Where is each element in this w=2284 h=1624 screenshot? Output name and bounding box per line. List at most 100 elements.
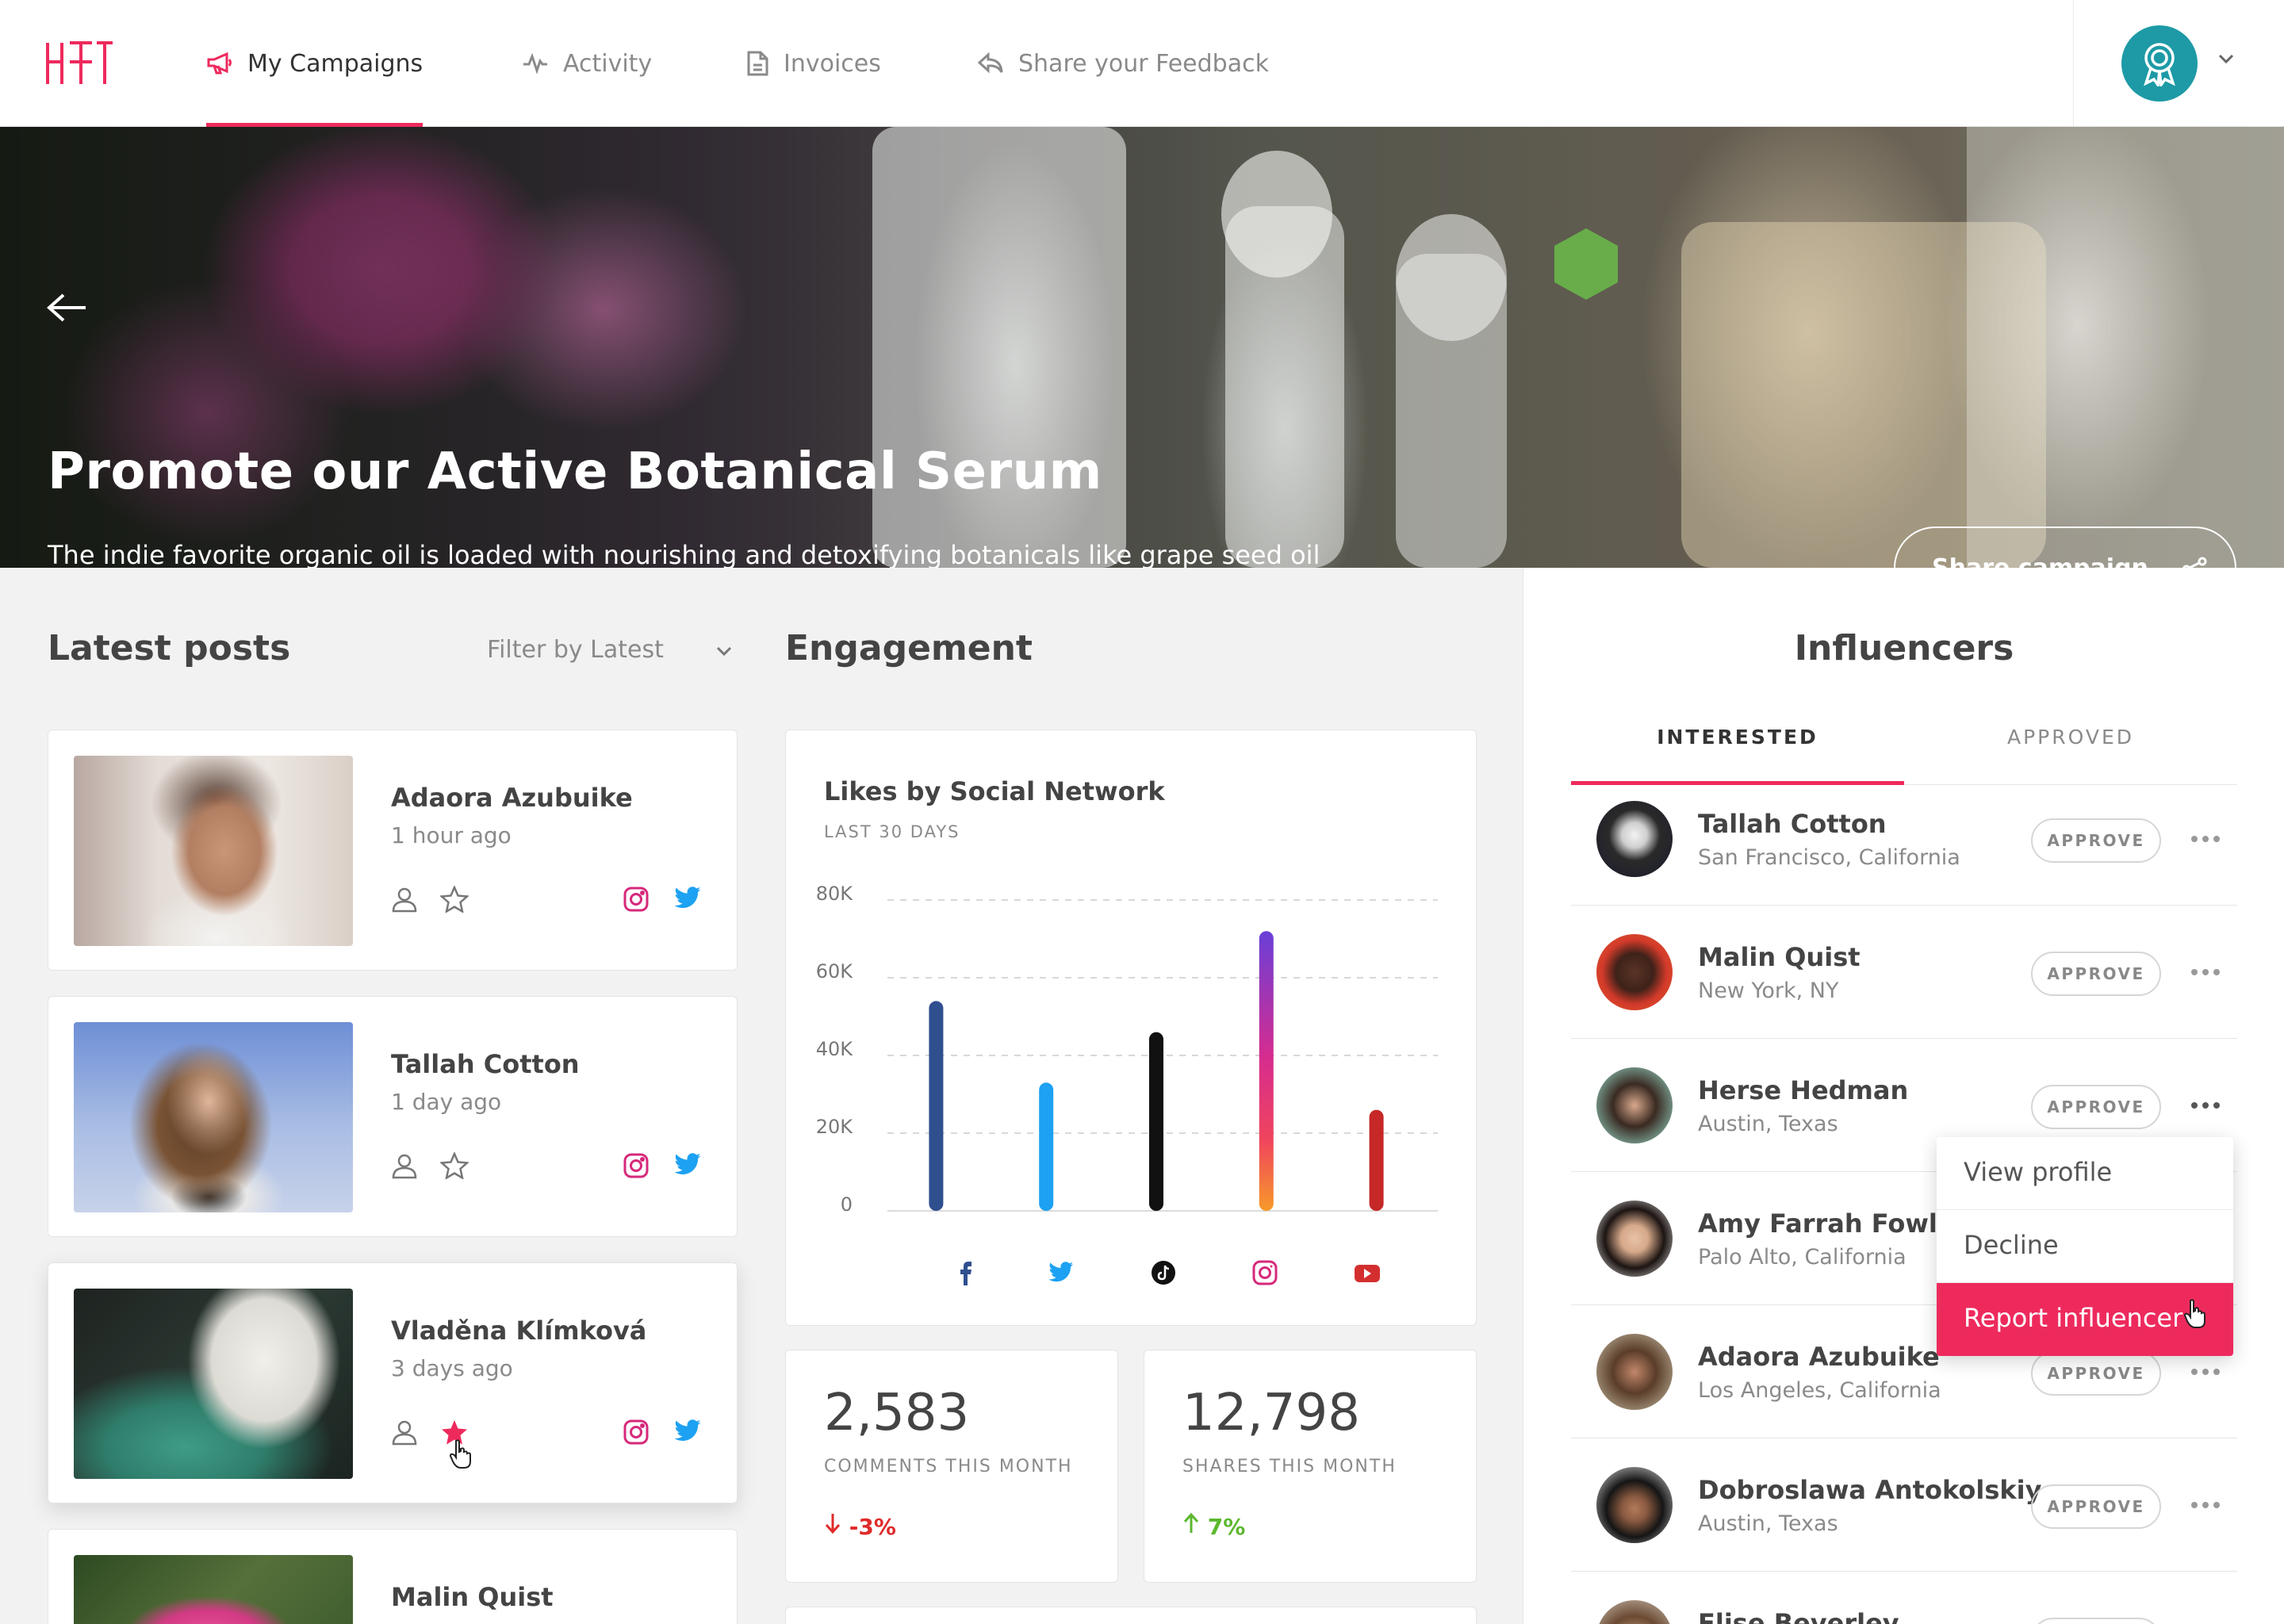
avatar[interactable] [1596,1334,1673,1410]
twitter-icon[interactable] [673,1152,702,1178]
avatar[interactable] [1596,1201,1673,1277]
bar-twitter[interactable] [1039,1082,1054,1211]
account-menu[interactable] [2073,0,2284,127]
more-options-icon[interactable] [2191,836,2223,844]
engagement-title: Engagement [785,628,1033,668]
approve-button[interactable]: APPROVE [2031,1085,2161,1129]
influencer-location: Los Angeles, California [1698,1378,1941,1403]
influencers-title: Influencers [1794,628,2014,668]
user-icon[interactable] [391,1419,418,1446]
nav-label: My Campaigns [247,49,423,78]
menu-item-decline[interactable]: Decline [1937,1210,2233,1283]
instagram-icon[interactable] [623,886,650,913]
nav-my-campaigns[interactable]: My Campaigns [206,0,423,127]
arrow-down-icon [825,1514,841,1534]
youtube-icon [1355,1265,1380,1282]
user-icon[interactable] [391,886,418,913]
influencer-location: Palo Alto, California [1698,1245,1907,1270]
tiktok-icon [1152,1261,1175,1285]
more-options-icon[interactable] [2191,1502,2223,1510]
filter-label: Filter by Latest [487,636,664,664]
twitter-icon[interactable] [673,886,702,911]
star-icon[interactable] [440,1152,469,1179]
bar-instagram[interactable] [1259,931,1274,1211]
bar-facebook[interactable] [929,1001,944,1211]
brand-logo[interactable] [46,40,113,86]
post-author: Adaora Azubuike [391,783,633,813]
post-image[interactable] [74,1289,353,1479]
twitter-icon[interactable] [673,1419,702,1444]
user-icon[interactable] [391,1152,418,1179]
shares-stat-card: 12,798 SHARES THIS MONTH 7% [1144,1350,1477,1583]
post-image[interactable] [74,756,353,946]
post-author: Malin Quist [391,1582,554,1612]
approve-button[interactable]: APPROVE [2031,1351,2161,1396]
latest-posts-title: Latest posts [48,628,291,668]
megaphone-icon [207,52,232,75]
likes-chart-card: Likes by Social Network LAST 30 DAYS 80K… [785,730,1477,1326]
engagement-card-partial [785,1607,1477,1624]
approve-button[interactable]: APPROVE [2031,1618,2161,1624]
influencer-row[interactable]: Dobroslawa Antokolskiy Austin, Texas APP… [1571,1438,2237,1572]
post-image[interactable] [74,1022,353,1212]
campaign-description: The indie favorite organic oil is loaded… [48,540,1320,568]
nav-invoices[interactable]: Invoices [745,0,881,127]
influencer-row[interactable]: Elise Beverley APPROVE [1571,1572,2237,1624]
back-arrow-icon[interactable] [46,292,87,324]
share-campaign-button[interactable]: Share campaign [1894,527,2236,568]
filter-dropdown[interactable]: Filter by Latest [487,636,732,664]
nav-label: Share your Feedback [1018,49,1269,78]
stat-value: 12,798 [1182,1384,1360,1442]
influencer-name: Amy Farrah Fowler [1698,1208,1968,1239]
bar-youtube[interactable] [1369,1109,1384,1211]
stat-change-value: 7% [1207,1514,1246,1540]
stat-change-value: -3% [849,1514,896,1540]
invoice-icon [747,51,768,76]
instagram-icon[interactable] [623,1419,650,1446]
avatar[interactable] [1596,1600,1673,1624]
feedback-icon [977,52,1003,74]
chevron-down-icon [716,646,732,657]
more-options-icon[interactable] [2191,1369,2223,1377]
instagram-icon [1252,1260,1278,1285]
more-options-icon[interactable] [2191,969,2223,977]
influencer-name: Malin Quist [1698,942,1861,972]
influencer-location: Austin, Texas [1698,1112,1838,1136]
nav-label: Invoices [784,49,881,78]
instagram-icon[interactable] [623,1152,650,1179]
influencer-location: San Francisco, California [1698,845,1960,870]
chevron-down-icon[interactable] [2217,52,2236,65]
avatar[interactable] [1596,934,1673,1010]
post-card[interactable]: Tallah Cotton 1 day ago [48,996,738,1237]
account-avatar[interactable] [2121,25,2198,102]
influencer-row[interactable]: Tallah Cotton San Francisco, California … [1571,772,2237,906]
nav-activity[interactable]: Activity [522,0,652,127]
influencer-name: Herse Hedman [1698,1075,1909,1105]
approve-button[interactable]: APPROVE [2031,952,2161,996]
avatar[interactable] [1596,801,1673,877]
nav-feedback[interactable]: Share your Feedback [977,0,1269,127]
award-icon [2144,43,2175,86]
influencer-name: Adaora Azubuike [1698,1342,1940,1372]
avatar[interactable] [1596,1467,1673,1543]
influencer-location: Austin, Texas [1698,1511,1838,1536]
bar-tiktok[interactable] [1149,1032,1163,1211]
influencer-location: New York, NY [1698,979,1839,1003]
menu-item-view-profile[interactable]: View profile [1937,1137,2233,1210]
post-card[interactable]: Malin Quist [48,1529,738,1624]
pointer-cursor-icon [449,1439,471,1469]
approve-button[interactable]: APPROVE [2031,818,2161,863]
post-image[interactable] [74,1555,353,1624]
more-options-icon[interactable] [2191,1102,2223,1110]
star-icon[interactable] [440,886,469,913]
facebook-icon [960,1262,971,1285]
post-card[interactable]: Adaora Azubuike 1 hour ago [48,730,738,971]
post-time: 1 day ago [391,1089,502,1115]
campaign-title: Promote our Active Botanical Serum [48,442,1102,501]
post-card[interactable]: Vladěna Klímková 3 days ago [48,1262,738,1503]
influencer-row[interactable]: Malin Quist New York, NY APPROVE [1571,906,2237,1039]
influencer-name: Tallah Cotton [1698,809,1887,839]
activity-icon [523,52,547,75]
approve-button[interactable]: APPROVE [2031,1484,2161,1529]
avatar[interactable] [1596,1067,1673,1143]
